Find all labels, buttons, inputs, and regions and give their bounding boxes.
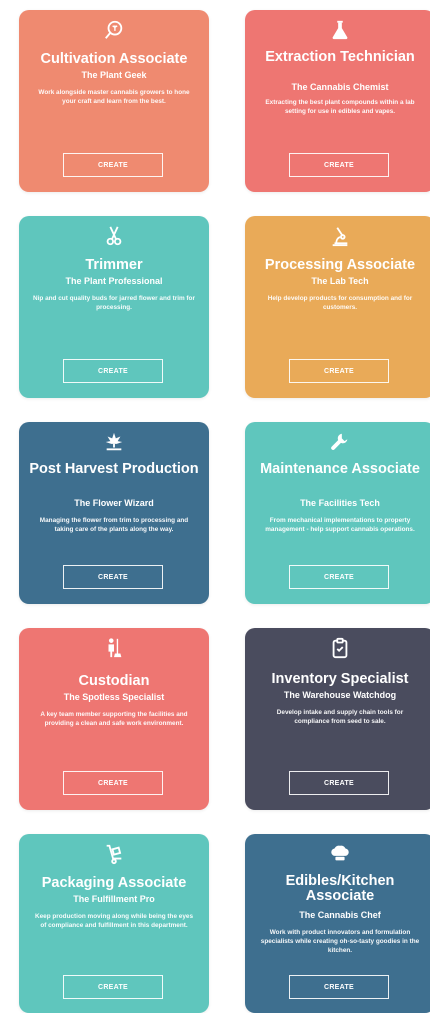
clipboard-icon: [245, 636, 430, 660]
card-description: Managing the flower from trim to process…: [39, 517, 189, 533]
card-title: Processing Associate: [264, 257, 416, 273]
card-subtitle: The Cannabis Chemist: [291, 82, 389, 92]
card-description: From mechanical implementations to prope…: [265, 517, 415, 533]
create-button[interactable]: CREATE: [289, 565, 389, 589]
card-title: Maintenance Associate: [260, 461, 420, 477]
card-title: Custodian: [78, 673, 150, 689]
card-title: Post Harvest Production: [29, 461, 199, 477]
create-button[interactable]: CREATE: [289, 359, 389, 383]
card-subtitle: The Flower Wizard: [74, 498, 154, 508]
create-button[interactable]: CREATE: [63, 565, 163, 589]
card-subtitle: The Spotless Specialist: [63, 692, 165, 702]
chef-hat-icon: [245, 842, 430, 866]
card-title: Inventory Specialist: [271, 671, 409, 687]
card-title: Edibles/Kitchen Associate: [285, 873, 395, 904]
magnifier-plant-icon: [19, 18, 209, 42]
card-description: Extracting the best plant compounds with…: [265, 99, 415, 115]
create-button[interactable]: CREATE: [289, 771, 389, 795]
job-card-custodian: Custodian The Spotless Specialist A key …: [19, 628, 209, 810]
custodian-icon: [19, 636, 209, 660]
create-button[interactable]: CREATE: [63, 975, 163, 999]
card-description: Nip and cut quality buds for jarred flow…: [33, 295, 195, 311]
card-subtitle: The Facilities Tech: [300, 498, 380, 508]
job-card-post-harvest-production: Post Harvest Production The Flower Wizar…: [19, 422, 209, 604]
job-card-packaging-associate: Packaging Associate The Fulfillment Pro …: [19, 834, 209, 1013]
scissors-icon: [19, 224, 209, 248]
job-card-processing-associate: Processing Associate The Lab Tech Help d…: [245, 216, 430, 398]
card-subtitle: The Plant Geek: [81, 70, 147, 80]
card-subtitle: The Fulfillment Pro: [73, 894, 155, 904]
card-subtitle: The Cannabis Chef: [299, 910, 381, 920]
card-subtitle: The Lab Tech: [311, 276, 369, 286]
flask-icon: [245, 18, 430, 42]
job-card-inventory-specialist: Inventory Specialist The Warehouse Watch…: [245, 628, 430, 810]
job-card-extraction-technician: Extraction Technician The Cannabis Chemi…: [245, 10, 430, 192]
card-title: Cultivation Associate: [40, 51, 188, 67]
job-card-maintenance-associate: Maintenance Associate The Facilities Tec…: [245, 422, 430, 604]
create-button[interactable]: CREATE: [63, 359, 163, 383]
microscope-icon: [245, 224, 430, 248]
card-subtitle: The Warehouse Watchdog: [283, 690, 397, 700]
plant-icon: [19, 430, 209, 454]
card-title: Trimmer: [85, 257, 143, 273]
job-card-cultivation-associate: Cultivation Associate The Plant Geek Wor…: [19, 10, 209, 192]
create-button[interactable]: CREATE: [289, 153, 389, 177]
card-subtitle: The Plant Professional: [65, 276, 163, 286]
card-description: Help develop products for consumption an…: [267, 295, 413, 311]
card-description: Work alongside master cannabis growers t…: [38, 89, 190, 105]
card-description: Develop intake and supply chain tools fo…: [276, 709, 404, 725]
create-button[interactable]: CREATE: [63, 771, 163, 795]
create-button[interactable]: CREATE: [289, 975, 389, 999]
card-title: Packaging Associate: [41, 875, 187, 891]
card-title: Extraction Technician: [265, 49, 415, 65]
wrench-icon: [245, 430, 430, 454]
hand-truck-icon: [19, 842, 209, 866]
card-description: Keep production moving along while being…: [34, 913, 193, 929]
card-description: A key team member supporting the facilit…: [40, 711, 188, 727]
job-card-trimmer: Trimmer The Plant Professional Nip and c…: [19, 216, 209, 398]
card-description: Work with product innovators and formula…: [260, 929, 420, 954]
create-button[interactable]: CREATE: [63, 153, 163, 177]
job-card-edibles-kitchen-associate: Edibles/Kitchen Associate The Cannabis C…: [245, 834, 430, 1013]
